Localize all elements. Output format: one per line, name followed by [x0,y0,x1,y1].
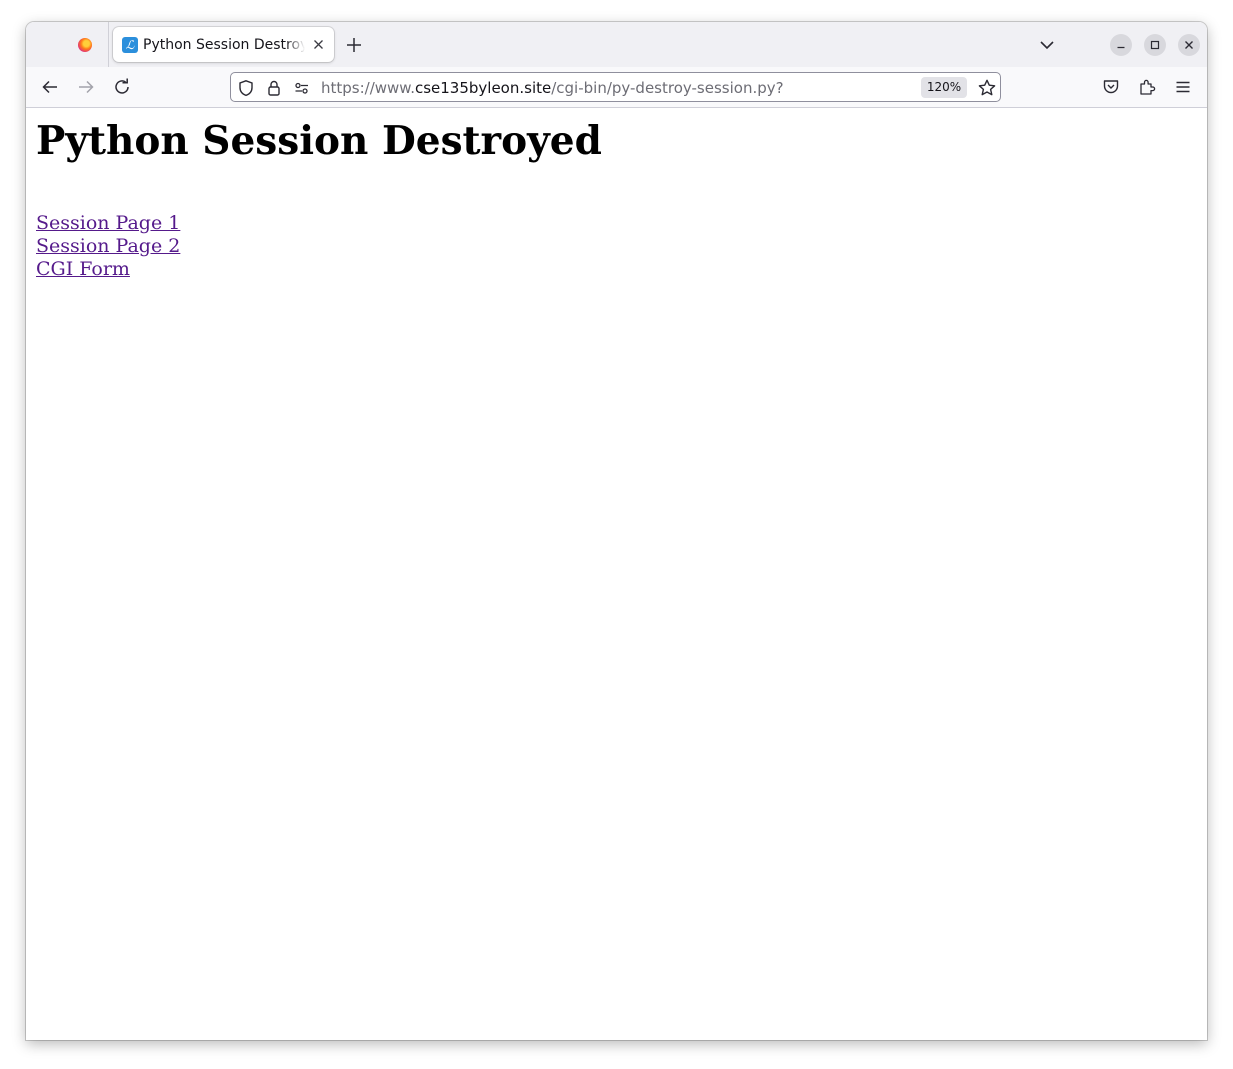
url-scheme: https://www. [321,79,415,97]
url-text[interactable]: https://www.cse135byleon.site/cgi-bin/py… [321,78,784,98]
window-close-icon[interactable] [1178,34,1200,56]
session-page-2-link[interactable]: Session Page 2 [36,235,180,258]
tab-bar: ℒ Python Session Destroyed [26,22,1207,67]
back-arrow-icon[interactable] [40,77,60,97]
address-bar[interactable]: https://www.cse135byleon.site/cgi-bin/py… [230,72,1001,102]
cgi-form-link[interactable]: CGI Form [36,258,180,281]
forward-arrow-icon[interactable] [76,77,96,97]
tab-close-icon[interactable] [310,36,327,53]
link-list: Session Page 1 Session Page 2 CGI Form [36,212,180,281]
maximize-icon[interactable] [1144,34,1166,56]
new-tab-icon[interactable] [344,35,364,55]
url-host: cse135byleon.site [414,79,552,97]
site-favicon-icon: ℒ [122,37,138,53]
url-path: /cgi-bin/py-destroy-session.py? [551,79,784,97]
pocket-icon[interactable] [1101,77,1121,97]
page-title: Python Session Destroyed [36,118,602,164]
reload-icon[interactable] [112,77,132,97]
minimize-icon[interactable] [1110,34,1132,56]
active-tab[interactable]: ℒ Python Session Destroyed [113,27,334,62]
tab-title: Python Session Destroyed [143,37,305,53]
tracking-protection-shield-icon[interactable] [237,79,255,97]
tab-separator [108,22,109,67]
session-page-1-link[interactable]: Session Page 1 [36,212,180,235]
lock-icon[interactable] [265,79,283,97]
extensions-puzzle-icon[interactable] [1137,77,1157,97]
firefox-view-icon[interactable] [78,38,92,52]
bookmark-star-icon[interactable] [977,78,997,98]
app-menu-hamburger-icon[interactable] [1173,77,1193,97]
site-permissions-icon[interactable] [293,79,311,97]
navigation-toolbar: https://www.cse135byleon.site/cgi-bin/py… [26,67,1207,108]
page-content: Python Session Destroyed Session Page 1 … [26,108,1207,1040]
zoom-level-button[interactable]: 120% [921,77,967,98]
browser-window: ℒ Python Session Destroyed [26,22,1207,1040]
list-all-tabs-icon[interactable] [1038,36,1056,54]
